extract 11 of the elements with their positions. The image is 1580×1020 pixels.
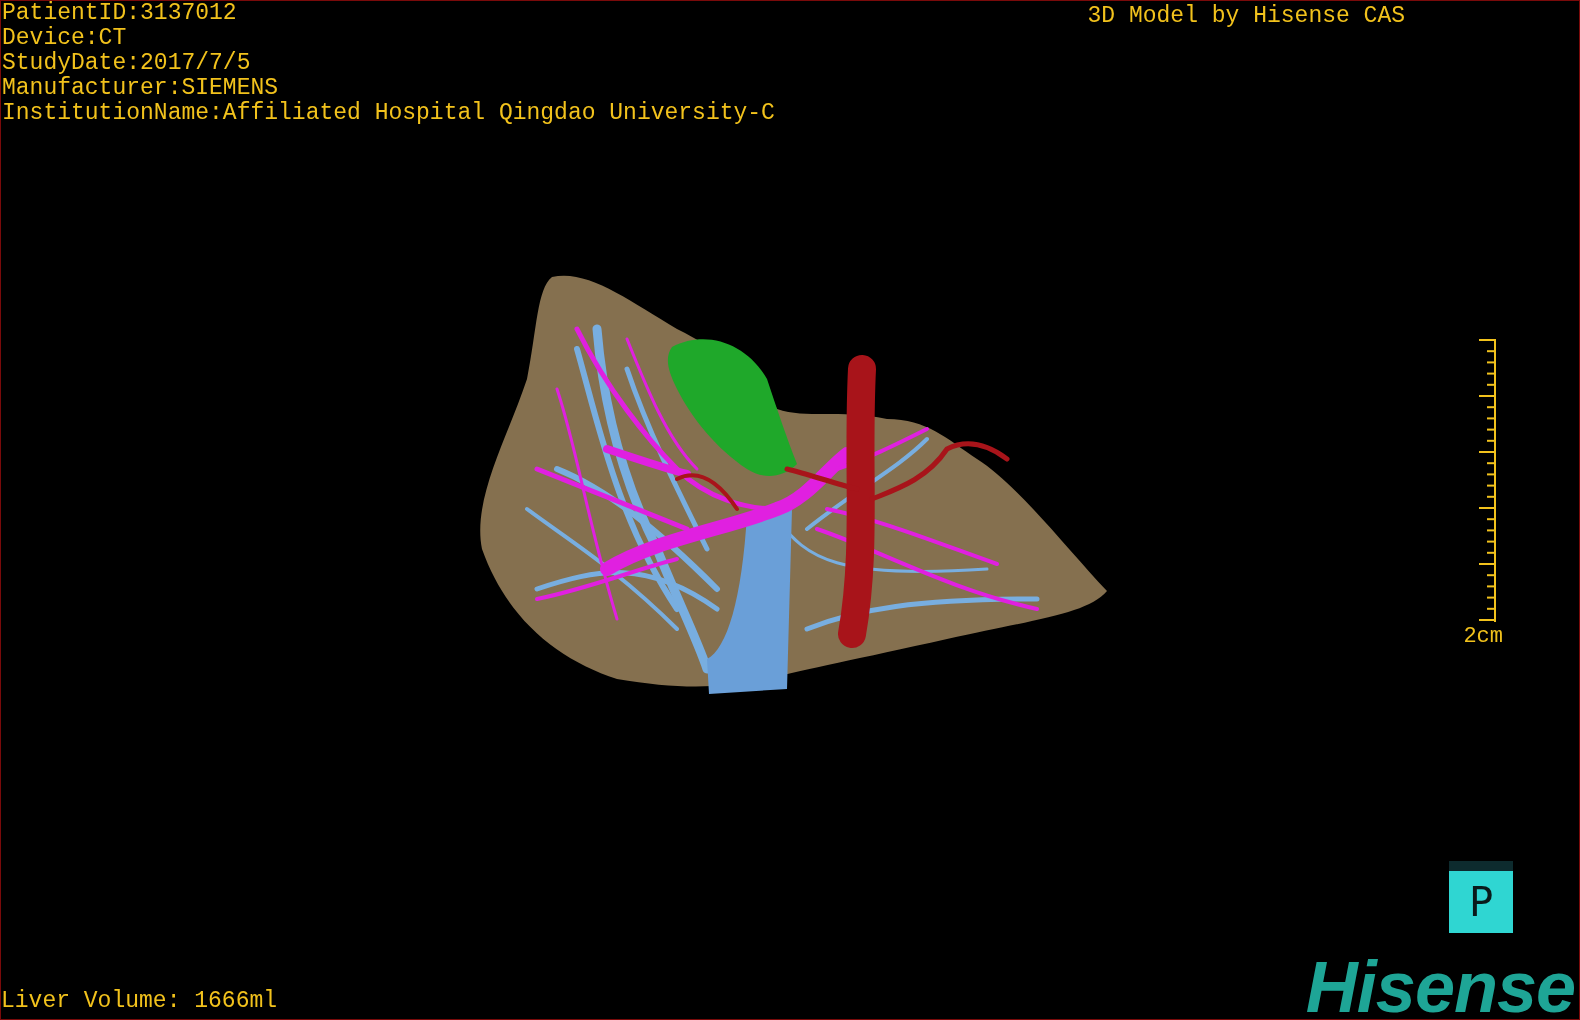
scale-ruler-icon: [1477, 338, 1497, 623]
model-title: 3D Model by Hisense CAS: [1087, 2, 1406, 31]
study-info-text: StudyDate:2017/7/5: [2, 51, 252, 76]
study-info-text: Manufacturer:SIEMENS: [2, 76, 280, 101]
study-info-text: Device:CT: [2, 26, 128, 51]
scale-label: 2cm: [1463, 625, 1503, 649]
study-info-text: InstitutionName:Affiliated Hospital Qingdao University-C: [2, 101, 775, 126]
orientation-cube[interactable]: P: [1449, 861, 1513, 933]
liver-volume-text: Liver Volume: 1666ml: [1, 987, 278, 1016]
study-info-text: PatientID:3137012: [2, 1, 238, 26]
brand-logo: Hisense: [1305, 955, 1576, 1019]
